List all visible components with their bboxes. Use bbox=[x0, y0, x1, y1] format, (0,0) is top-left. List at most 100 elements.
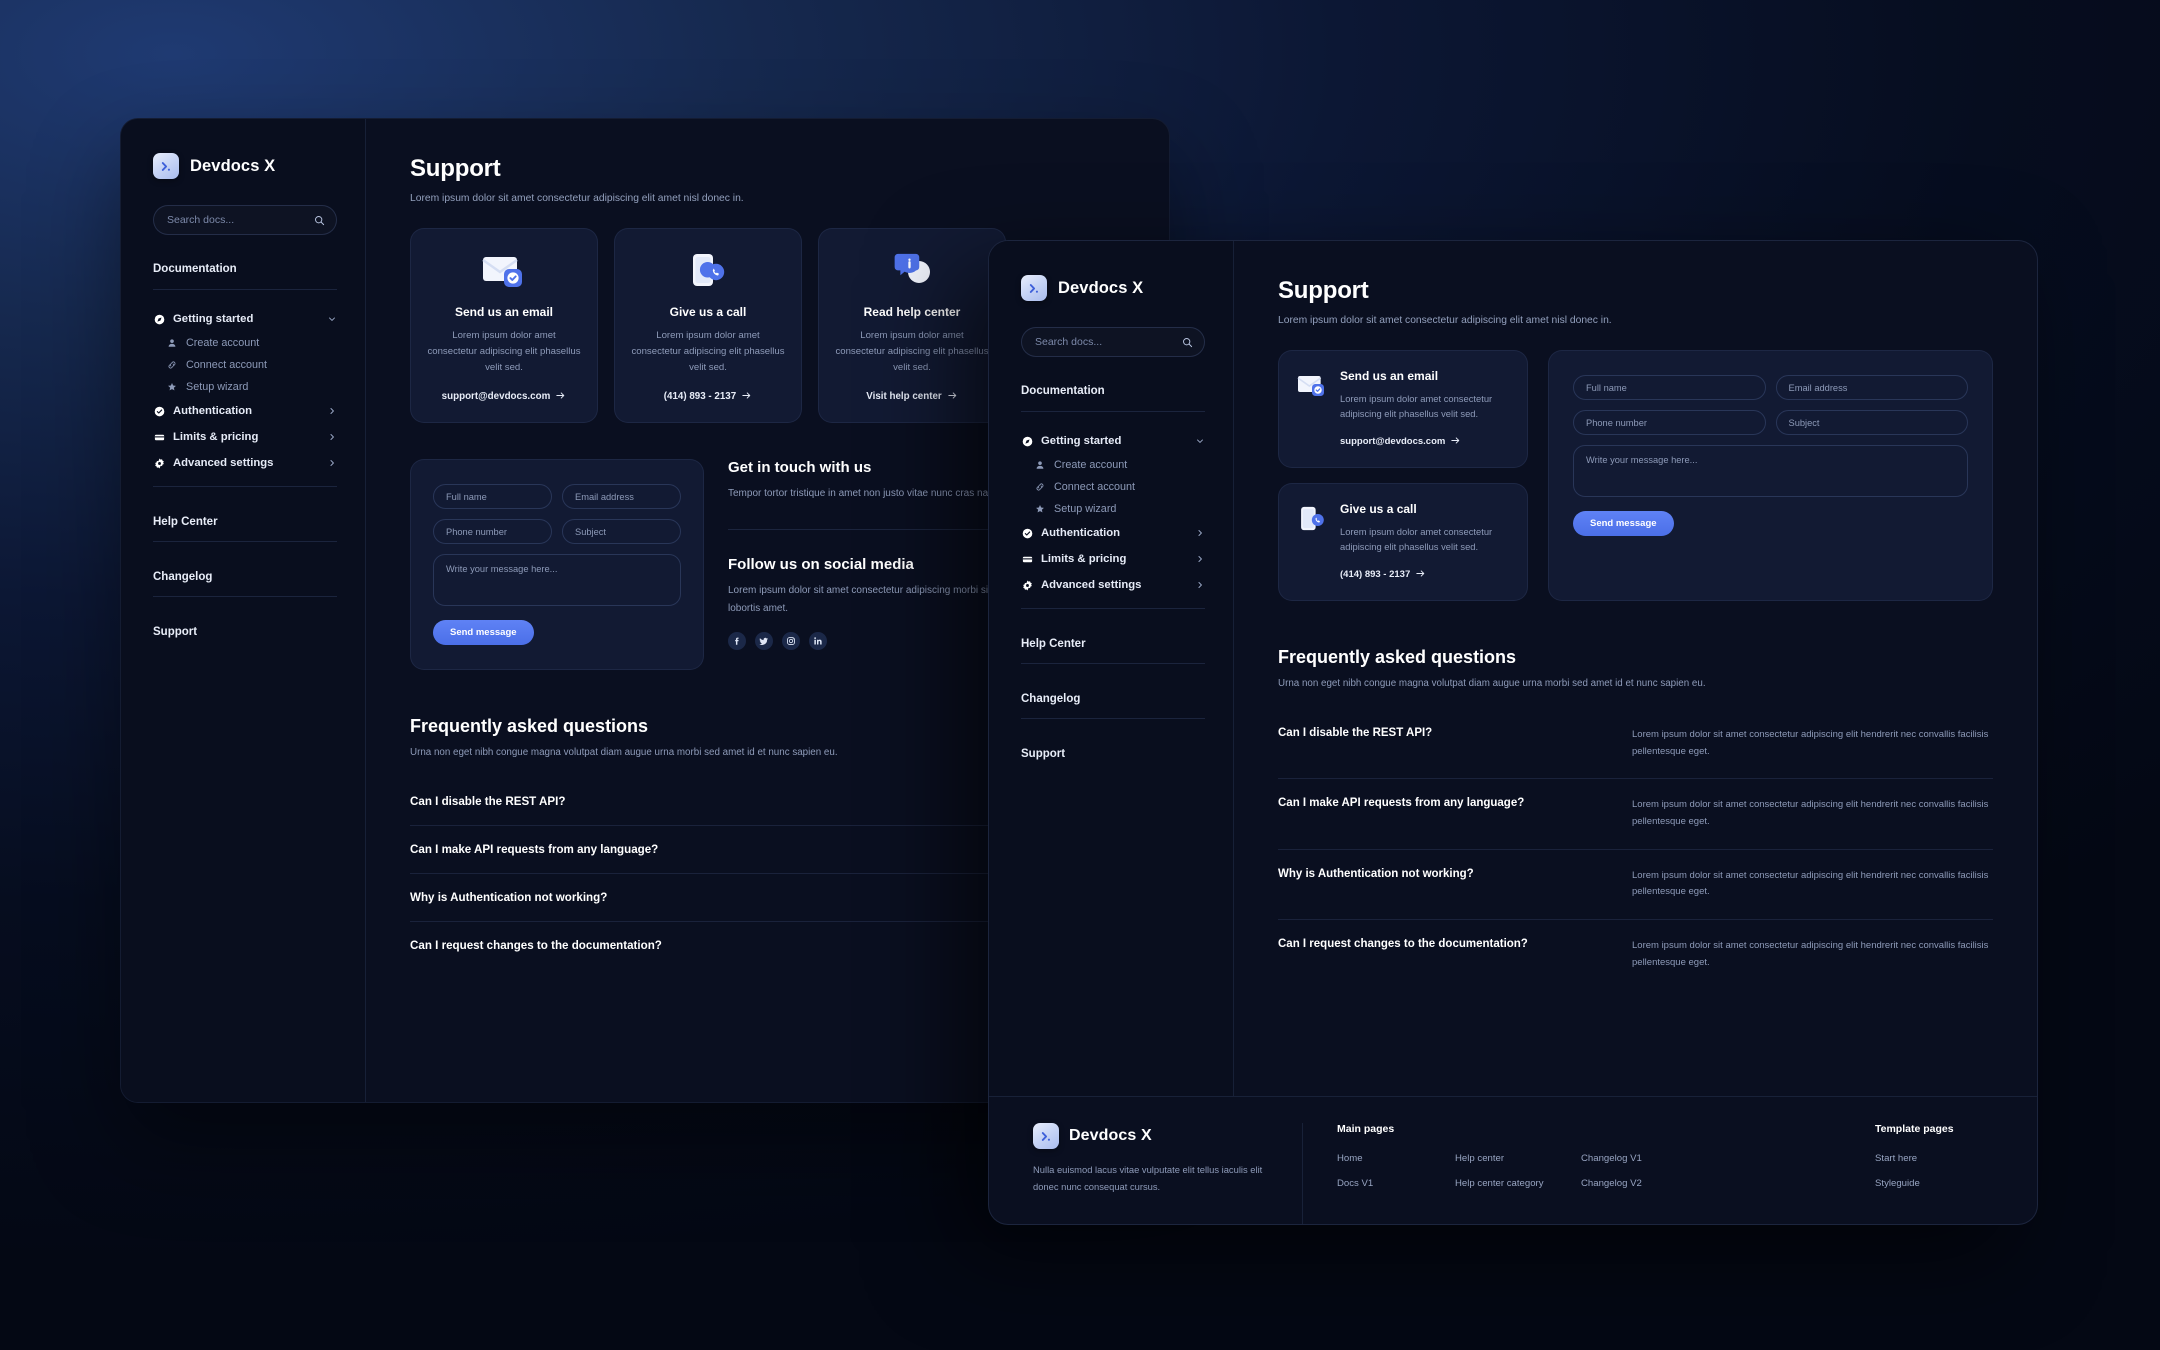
sidebar-item-getting-started[interactable]: Getting started bbox=[153, 306, 337, 332]
send-message-button[interactable]: Send message bbox=[1573, 511, 1674, 536]
footer-link[interactable]: Changelog V2 bbox=[1581, 1178, 1699, 1189]
email-field[interactable]: Email address bbox=[562, 484, 681, 510]
support-card-link[interactable]: Visit help center bbox=[866, 390, 958, 404]
sidebar-item-advanced-settings[interactable]: Advanced settings bbox=[1021, 572, 1205, 598]
sidebar-item-label: Getting started bbox=[173, 313, 254, 325]
footer-link[interactable]: Help center category bbox=[1455, 1178, 1581, 1189]
twitter-icon[interactable] bbox=[755, 632, 773, 651]
chevron-right-icon[interactable] bbox=[1195, 580, 1205, 590]
full-name-field[interactable]: Full name bbox=[1573, 375, 1766, 400]
sidebar-subitem-setup-wizard[interactable]: Setup wizard bbox=[1021, 498, 1205, 520]
support-card-call[interactable]: Give us a call Lorem ipsum dolor amet co… bbox=[614, 228, 802, 424]
faq-question: Can I make API requests from any languag… bbox=[1278, 797, 1525, 810]
sidebar-subitem-connect-account[interactable]: Connect account bbox=[153, 354, 337, 376]
faq-question: Why is Authentication not working? bbox=[1278, 867, 1474, 880]
chevron-right-icon[interactable] bbox=[327, 432, 337, 442]
footer-brand[interactable]: Devdocs X bbox=[1033, 1123, 1276, 1149]
sidebar-subitem-label: Setup wizard bbox=[1054, 503, 1117, 515]
support-card-help-center[interactable]: Read help center Lorem ipsum dolor amet … bbox=[818, 228, 1006, 424]
subject-field[interactable]: Subject bbox=[562, 519, 681, 545]
sidebar-item-help-center[interactable]: Help Center bbox=[1021, 625, 1205, 663]
sidebar-item-changelog[interactable]: Changelog bbox=[153, 558, 337, 596]
support-card-link-text: (414) 893 - 2137 bbox=[663, 391, 737, 403]
footer-column-head: Main pages bbox=[1337, 1123, 1395, 1135]
send-message-button[interactable]: Send message bbox=[433, 620, 534, 646]
arrow-right-icon bbox=[741, 390, 752, 404]
search-input[interactable] bbox=[1035, 336, 1182, 348]
support-card-link[interactable]: (414) 893 - 2137 bbox=[664, 390, 752, 404]
full-name-field[interactable]: Full name bbox=[433, 484, 552, 510]
sidebar-item-help-center[interactable]: Help Center bbox=[153, 503, 337, 541]
envelope-check-icon bbox=[427, 249, 581, 295]
phone-call-icon bbox=[631, 249, 785, 295]
search-box-front[interactable] bbox=[1021, 327, 1205, 357]
support-card-email[interactable]: Send us an email Lorem ipsum dolor amet … bbox=[1278, 350, 1528, 469]
compass-icon bbox=[1021, 436, 1033, 447]
chevron-right-icon[interactable] bbox=[1195, 528, 1205, 538]
footer-link[interactable]: Docs V1 bbox=[1337, 1178, 1455, 1189]
sidebar-item-getting-started[interactable]: Getting started bbox=[1021, 428, 1205, 454]
faq-item[interactable]: Can I disable the REST API? Lorem ipsum … bbox=[1278, 709, 1993, 780]
gear-icon bbox=[153, 458, 165, 469]
user-icon bbox=[1034, 460, 1046, 470]
sidebar-subitem-setup-wizard[interactable]: Setup wizard bbox=[153, 376, 337, 398]
message-textarea[interactable]: Write your message here... bbox=[433, 554, 681, 607]
sidebar-subitem-create-account[interactable]: Create account bbox=[1021, 454, 1205, 476]
message-textarea[interactable]: Write your message here... bbox=[1573, 445, 1968, 497]
facebook-icon[interactable] bbox=[728, 632, 746, 651]
subject-field[interactable]: Subject bbox=[1775, 410, 1968, 435]
support-card-link-text: support@devdocs.com bbox=[441, 391, 551, 403]
phone-field[interactable]: Phone number bbox=[433, 519, 552, 545]
envelope-check-icon bbox=[1296, 369, 1328, 449]
support-card-body: Lorem ipsum dolor amet consectetur adipi… bbox=[1340, 526, 1493, 553]
footer-link[interactable]: Help center bbox=[1455, 1153, 1581, 1164]
divider bbox=[1021, 663, 1205, 664]
sidebar-item-limits-pricing[interactable]: Limits & pricing bbox=[1021, 546, 1205, 572]
sidebar-item-authentication[interactable]: Authentication bbox=[153, 398, 337, 424]
chevron-down-icon[interactable] bbox=[327, 314, 337, 324]
info-bubble-icon bbox=[835, 249, 989, 295]
email-field[interactable]: Email address bbox=[1775, 375, 1968, 400]
support-card-body: Lorem ipsum dolor amet consectetur adipi… bbox=[631, 330, 785, 373]
support-card-link-text: (414) 893 - 2137 bbox=[1340, 569, 1411, 581]
search-icon[interactable] bbox=[1182, 337, 1193, 348]
search-input[interactable] bbox=[167, 214, 314, 226]
sidebar-item-limits-pricing[interactable]: Limits & pricing bbox=[153, 424, 337, 450]
footer-column-help: Help center Help center category bbox=[1455, 1123, 1581, 1224]
sidebar-item-advanced-settings[interactable]: Advanced settings bbox=[153, 450, 337, 476]
support-card-call[interactable]: Give us a call Lorem ipsum dolor amet co… bbox=[1278, 483, 1528, 602]
footer-link[interactable]: Styleguide bbox=[1875, 1178, 1993, 1189]
phone-call-icon bbox=[1296, 502, 1328, 582]
sidebar-item-support[interactable]: Support bbox=[153, 613, 337, 651]
sidebar-item-changelog[interactable]: Changelog bbox=[1021, 680, 1205, 718]
sidebar-subitem-label: Create account bbox=[1054, 459, 1128, 471]
support-card-link[interactable]: support@devdocs.com bbox=[442, 390, 567, 404]
chevron-right-icon[interactable] bbox=[327, 406, 337, 416]
chevron-right-icon[interactable] bbox=[327, 458, 337, 468]
brand-front[interactable]: Devdocs X bbox=[1021, 275, 1205, 301]
footer-link[interactable]: Home bbox=[1337, 1153, 1455, 1164]
sidebar-subitem-connect-account[interactable]: Connect account bbox=[1021, 476, 1205, 498]
sidebar-item-authentication[interactable]: Authentication bbox=[1021, 520, 1205, 546]
faq-item[interactable]: Can I make API requests from any languag… bbox=[1278, 779, 1993, 850]
search-icon[interactable] bbox=[314, 215, 325, 226]
footer-link[interactable]: Start here bbox=[1875, 1153, 1993, 1164]
chevron-down-icon[interactable] bbox=[1195, 436, 1205, 446]
phone-field[interactable]: Phone number bbox=[1573, 410, 1766, 435]
footer-link[interactable]: Changelog V1 bbox=[1581, 1153, 1699, 1164]
sidebar-subitem-label: Connect account bbox=[1054, 481, 1136, 493]
support-card-link[interactable]: support@devdocs.com bbox=[1340, 435, 1461, 449]
linkedin-icon[interactable] bbox=[809, 632, 827, 651]
footer-description: Nulla euismod lacus vitae vulputate elit… bbox=[1033, 1164, 1263, 1193]
support-card-email[interactable]: Send us an email Lorem ipsum dolor amet … bbox=[410, 228, 598, 424]
sidebar-item-label: Limits & pricing bbox=[173, 431, 259, 443]
sidebar-subitem-create-account[interactable]: Create account bbox=[153, 332, 337, 354]
faq-item[interactable]: Can I request changes to the documentati… bbox=[1278, 920, 1993, 989]
faq-item[interactable]: Why is Authentication not working? Lorem… bbox=[1278, 850, 1993, 920]
search-box-back[interactable] bbox=[153, 205, 337, 235]
support-card-link[interactable]: (414) 893 - 2137 bbox=[1340, 568, 1426, 582]
instagram-icon[interactable] bbox=[782, 632, 800, 651]
sidebar-item-support[interactable]: Support bbox=[1021, 735, 1205, 773]
brand-back[interactable]: Devdocs X bbox=[153, 153, 337, 179]
chevron-right-icon[interactable] bbox=[1195, 554, 1205, 564]
